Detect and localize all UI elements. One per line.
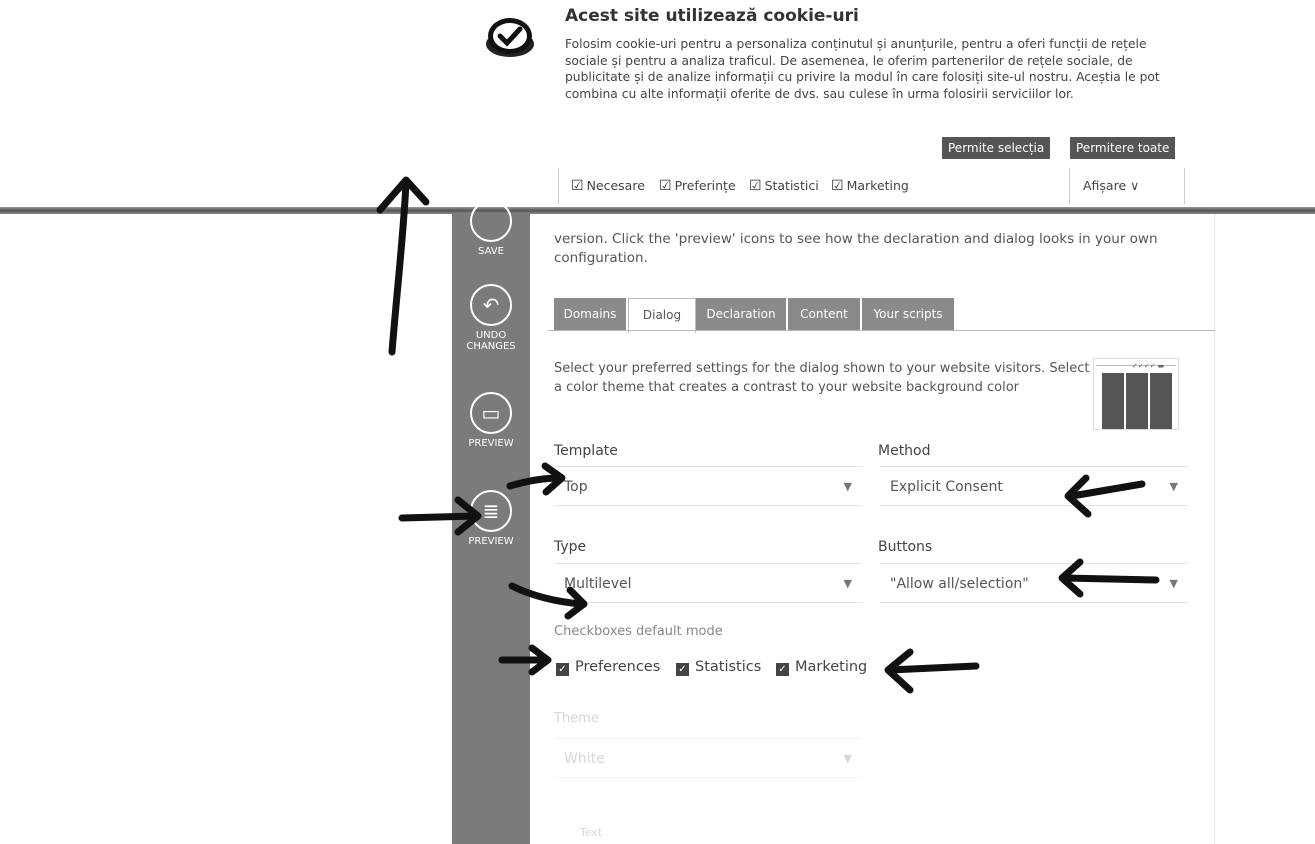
allow-all-button[interactable]: Permitere toate bbox=[1070, 137, 1176, 159]
type-select[interactable]: Multilevel ▼ bbox=[554, 563, 862, 603]
cookiebot-logo-icon bbox=[484, 14, 536, 60]
checkbox-statistics[interactable]: ✓ Statistics bbox=[676, 659, 761, 676]
svg-text:✓✓✓✓ ▬: ✓✓✓✓ ▬ bbox=[1132, 362, 1164, 370]
checkbox-checked-icon: ✓ bbox=[676, 663, 689, 676]
method-label: Method bbox=[878, 443, 931, 459]
undo-changes-button[interactable]: ↶ UNDO CHANGES bbox=[452, 284, 530, 352]
theme-select[interactable]: White ▼ bbox=[554, 738, 862, 778]
dialog-preview-thumbnail: ✓✓✓✓ ▬ bbox=[1093, 358, 1179, 430]
checkbox-checked-icon: ✓ bbox=[556, 663, 569, 676]
chevron-down-icon: ∨ bbox=[1130, 178, 1140, 193]
theme-label: Theme bbox=[554, 711, 599, 726]
allow-selection-button[interactable]: Permite selecția bbox=[942, 137, 1051, 159]
checkbox-preferences[interactable]: ✓ Preferences bbox=[556, 659, 660, 676]
consent-options-row: ☑ Necesare ☑ Preferințe ☑ Statistici ☑ Marke… bbox=[558, 168, 1185, 204]
tab-your-scripts[interactable]: Your scripts bbox=[862, 298, 956, 331]
tab-domains[interactable]: Domains bbox=[554, 298, 628, 331]
template-select[interactable]: Top ▼ bbox=[554, 466, 862, 506]
consent-option-preferences[interactable]: ☑ Preferințe bbox=[659, 178, 736, 194]
divider bbox=[1069, 168, 1070, 204]
tab-declaration[interactable]: Declaration bbox=[696, 298, 788, 331]
arrowhead-marketing bbox=[884, 648, 914, 694]
consent-option-necessary[interactable]: ☑ Necesare bbox=[571, 178, 645, 194]
scan-divider bbox=[0, 207, 1315, 214]
consent-option-marketing[interactable]: ☑ Marketing bbox=[831, 178, 909, 194]
action-rail: SAVE ↶ UNDO CHANGES ▭ PREVIEW ≣ PREVIEW bbox=[452, 200, 530, 844]
caret-down-icon: ▼ bbox=[843, 480, 852, 493]
caret-down-icon: ▼ bbox=[1169, 577, 1178, 590]
template-label: Template bbox=[554, 443, 618, 459]
banner-text: Folosim cookie-uri pentru a personaliza … bbox=[565, 37, 1160, 101]
caret-down-icon: ▼ bbox=[843, 577, 852, 590]
save-icon bbox=[470, 200, 512, 242]
type-label: Type bbox=[554, 539, 587, 555]
checkbox-checked-icon: ☑ bbox=[831, 178, 844, 194]
method-select[interactable]: Explicit Consent ▼ bbox=[880, 466, 1188, 506]
faded-text: Text bbox=[580, 826, 603, 839]
buttons-label: Buttons bbox=[878, 539, 933, 555]
monitor-icon: ▭ bbox=[470, 392, 512, 434]
checkbox-checked-icon: ☑ bbox=[659, 178, 672, 194]
tab-content[interactable]: Content bbox=[788, 298, 862, 331]
undo-icon: ↶ bbox=[470, 284, 512, 326]
panel-right-border bbox=[1214, 214, 1215, 844]
checkbox-checked-icon: ✓ bbox=[776, 663, 789, 676]
buttons-select[interactable]: "Allow all/selection" ▼ bbox=[880, 563, 1188, 603]
caret-down-icon: ▼ bbox=[843, 752, 852, 765]
show-details-toggle[interactable]: Afișare ∨ bbox=[1083, 178, 1139, 193]
checkbox-mode-label: Checkboxes default mode bbox=[554, 624, 723, 639]
dialog-description: Select your preferred settings for the d… bbox=[554, 361, 1090, 395]
arrow-to-marketing bbox=[886, 662, 980, 674]
save-button[interactable]: SAVE bbox=[452, 200, 530, 257]
preview-declaration-button[interactable]: ≣ PREVIEW bbox=[452, 490, 530, 547]
checkbox-checked-icon: ☑ bbox=[749, 178, 762, 194]
tab-dialog[interactable]: Dialog bbox=[628, 298, 696, 333]
document-icon: ≣ bbox=[470, 490, 512, 532]
checkbox-checked-icon: ☑ bbox=[571, 178, 584, 194]
arrowhead-checkboxes bbox=[528, 644, 552, 676]
intro-text: version. Click the 'preview' icons to se… bbox=[554, 231, 1158, 266]
banner-title: Acest site utilizează cookie-uri bbox=[565, 6, 859, 26]
consent-option-statistics[interactable]: ☑ Statistici bbox=[749, 178, 819, 194]
cookie-banner: Acest site utilizează cookie-uri Folosim… bbox=[0, 0, 1315, 212]
tabs-underline bbox=[548, 330, 1215, 331]
caret-down-icon: ▼ bbox=[1169, 480, 1178, 493]
checkbox-marketing[interactable]: ✓ Marketing bbox=[776, 659, 867, 676]
preview-dialog-button[interactable]: ▭ PREVIEW bbox=[452, 392, 530, 449]
